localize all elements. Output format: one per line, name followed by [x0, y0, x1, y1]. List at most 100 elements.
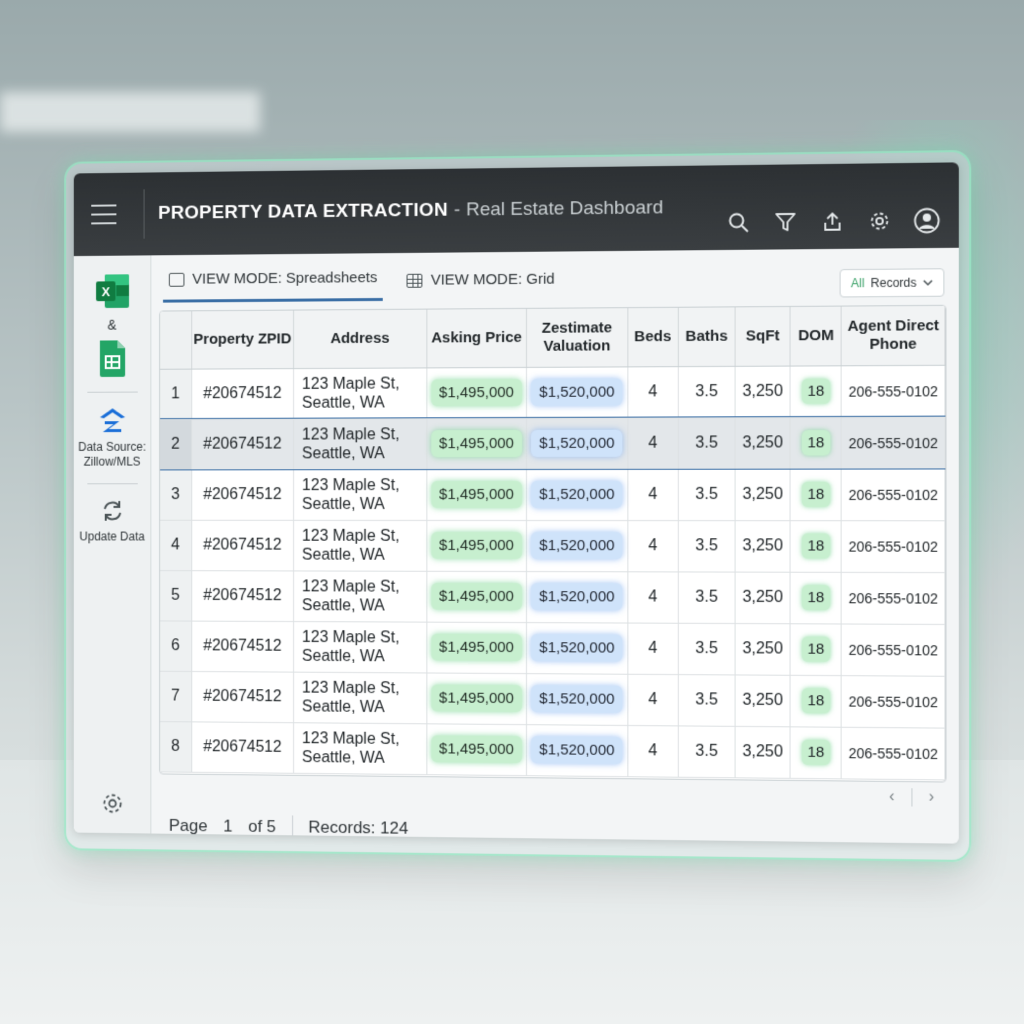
- asking-price-cell[interactable]: $1,495,000: [427, 418, 527, 469]
- zestimate-cell[interactable]: $1,520,000: [527, 724, 628, 776]
- sqft-cell[interactable]: 3,250: [735, 469, 790, 521]
- dom-cell[interactable]: 18: [790, 417, 841, 469]
- column-header-beds[interactable]: Beds: [627, 308, 678, 367]
- sqft-cell[interactable]: 3,250: [735, 623, 790, 675]
- address-cell[interactable]: 123 Maple St, Seattle, WA: [294, 722, 427, 774]
- beds-cell[interactable]: 4: [627, 571, 678, 622]
- table-row[interactable]: 5 #20674512 123 Maple St, Seattle, WA $1,495…: [160, 570, 945, 624]
- share-icon[interactable]: [819, 208, 846, 235]
- settings-icon[interactable]: [866, 208, 893, 235]
- beds-cell[interactable]: 4: [627, 674, 678, 726]
- baths-cell[interactable]: 3.5: [678, 520, 735, 571]
- dom-cell[interactable]: 18: [790, 623, 841, 675]
- google-sheets-icon[interactable]: [97, 338, 128, 378]
- agent-phone-cell[interactable]: 206-555-0102: [842, 623, 945, 675]
- zpid-cell[interactable]: #20674512: [191, 520, 293, 571]
- address-cell[interactable]: 123 Maple St, Seattle, WA: [294, 469, 427, 520]
- data-source[interactable]: Data Source: Zillow/MLS: [74, 406, 151, 469]
- table-row[interactable]: 4 #20674512 123 Maple St, Seattle, WA $1,495…: [160, 520, 945, 572]
- baths-cell[interactable]: 3.5: [678, 674, 735, 726]
- dom-cell[interactable]: 18: [790, 726, 841, 778]
- zestimate-cell[interactable]: $1,520,000: [527, 571, 628, 622]
- table-row[interactable]: 7 #20674512 123 Maple St, Seattle, WA $1,495…: [160, 671, 945, 728]
- table-row[interactable]: 6 #20674512 123 Maple St, Seattle, WA $1,495…: [160, 620, 945, 675]
- agent-phone-cell[interactable]: 206-555-0102: [842, 675, 945, 727]
- baths-cell[interactable]: 3.5: [678, 725, 735, 777]
- page-number[interactable]: 1: [223, 817, 232, 837]
- agent-phone-cell[interactable]: 206-555-0102: [842, 365, 945, 417]
- table-row[interactable]: 3 #20674512 123 Maple St, Seattle, WA $1,495…: [160, 468, 945, 520]
- agent-phone-cell[interactable]: 206-555-0102: [842, 520, 945, 572]
- column-header-baths[interactable]: Baths: [678, 307, 735, 366]
- beds-cell[interactable]: 4: [627, 520, 678, 571]
- agent-phone-cell[interactable]: 206-555-0102: [842, 417, 945, 469]
- search-icon[interactable]: [725, 209, 751, 235]
- zpid-cell[interactable]: #20674512: [191, 419, 293, 470]
- zpid-cell[interactable]: #20674512: [191, 721, 293, 772]
- zestimate-cell[interactable]: $1,520,000: [527, 520, 628, 571]
- sqft-cell[interactable]: 3,250: [735, 366, 790, 418]
- address-cell[interactable]: 123 Maple St, Seattle, WA: [294, 520, 427, 571]
- asking-price-cell[interactable]: $1,495,000: [427, 367, 527, 418]
- agent-phone-cell[interactable]: 206-555-0102: [842, 727, 945, 780]
- next-page-button[interactable]: ›: [929, 788, 934, 806]
- table-row[interactable]: 8 #20674512 123 Maple St, Seattle, WA $1,495…: [160, 721, 945, 779]
- zpid-cell[interactable]: #20674512: [191, 671, 293, 722]
- zestimate-cell[interactable]: $1,520,000: [527, 469, 628, 520]
- column-header-zestimate[interactable]: Zestimate Valuation: [527, 308, 628, 367]
- zestimate-cell[interactable]: $1,520,000: [527, 366, 628, 418]
- update-data-button[interactable]: Update Data: [74, 498, 151, 544]
- sqft-cell[interactable]: 3,250: [735, 726, 790, 778]
- zestimate-cell[interactable]: $1,520,000: [527, 418, 628, 469]
- column-header-zpid[interactable]: Property ZPID: [191, 311, 293, 369]
- zestimate-cell[interactable]: $1,520,000: [527, 673, 628, 725]
- zpid-cell[interactable]: #20674512: [191, 570, 293, 621]
- menu-icon[interactable]: [91, 204, 116, 224]
- column-header-agent-phone[interactable]: Agent Direct Phone: [842, 306, 945, 365]
- dom-cell[interactable]: 18: [790, 572, 841, 624]
- agent-phone-cell[interactable]: 206-555-0102: [842, 572, 945, 624]
- address-cell[interactable]: 123 Maple St, Seattle, WA: [294, 418, 427, 469]
- baths-cell[interactable]: 3.5: [678, 417, 735, 469]
- column-header-address[interactable]: Address: [294, 310, 427, 368]
- sqft-cell[interactable]: 3,250: [735, 520, 790, 572]
- beds-cell[interactable]: 4: [627, 417, 678, 468]
- dom-cell[interactable]: 18: [790, 520, 841, 572]
- zpid-cell[interactable]: #20674512: [191, 621, 293, 672]
- sqft-cell[interactable]: 3,250: [735, 417, 790, 469]
- beds-cell[interactable]: 4: [627, 469, 678, 520]
- records-filter-dropdown[interactable]: All Records: [840, 268, 945, 297]
- prev-page-button[interactable]: ‹: [889, 788, 894, 806]
- asking-price-cell[interactable]: $1,495,000: [427, 520, 527, 571]
- filter-icon[interactable]: [772, 209, 799, 236]
- address-cell[interactable]: 123 Maple St, Seattle, WA: [294, 672, 427, 724]
- tab-grid[interactable]: VIEW MODE: Grid: [401, 271, 561, 301]
- address-cell[interactable]: 123 Maple St, Seattle, WA: [294, 621, 427, 672]
- table-row[interactable]: 1 #20674512 123 Maple St, Seattle, WA $1,495…: [160, 365, 945, 419]
- profile-icon[interactable]: [913, 207, 940, 234]
- asking-price-cell[interactable]: $1,495,000: [427, 622, 527, 673]
- baths-cell[interactable]: 3.5: [678, 571, 735, 623]
- baths-cell[interactable]: 3.5: [678, 469, 735, 520]
- column-header-sqft[interactable]: SqFt: [735, 307, 790, 366]
- beds-cell[interactable]: 4: [627, 366, 678, 417]
- address-cell[interactable]: 123 Maple St, Seattle, WA: [294, 570, 427, 621]
- gear-icon[interactable]: [101, 792, 124, 816]
- column-header-dom[interactable]: DOM: [790, 307, 841, 366]
- address-cell[interactable]: 123 Maple St, Seattle, WA: [294, 367, 427, 418]
- beds-cell[interactable]: 4: [627, 623, 678, 675]
- asking-price-cell[interactable]: $1,495,000: [427, 469, 527, 520]
- excel-icon[interactable]: X: [93, 271, 132, 311]
- asking-price-cell[interactable]: $1,495,000: [427, 723, 527, 775]
- zestimate-cell[interactable]: $1,520,000: [527, 622, 628, 674]
- asking-price-cell[interactable]: $1,495,000: [427, 672, 527, 724]
- asking-price-cell[interactable]: $1,495,000: [427, 571, 527, 622]
- baths-cell[interactable]: 3.5: [678, 366, 735, 418]
- sqft-cell[interactable]: 3,250: [735, 674, 790, 726]
- beds-cell[interactable]: 4: [627, 725, 678, 777]
- baths-cell[interactable]: 3.5: [678, 623, 735, 675]
- table-row[interactable]: 2 #20674512 123 Maple St, Seattle, WA $1,495…: [160, 417, 945, 470]
- zpid-cell[interactable]: #20674512: [191, 469, 293, 520]
- dom-cell[interactable]: 18: [790, 675, 841, 727]
- zpid-cell[interactable]: #20674512: [191, 368, 293, 419]
